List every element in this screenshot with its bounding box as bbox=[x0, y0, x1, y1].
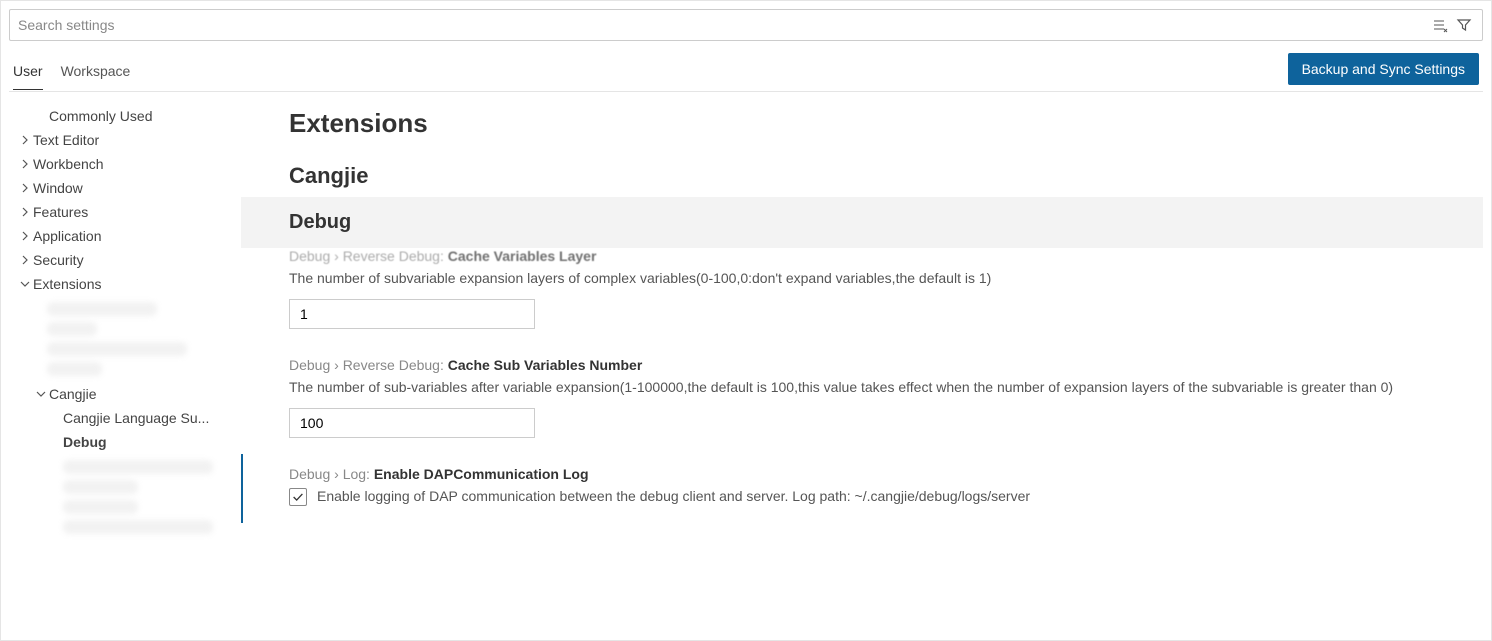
tree-label: Features bbox=[33, 204, 88, 220]
tree-features[interactable]: Features bbox=[9, 200, 241, 224]
tree-label: Commonly Used bbox=[49, 108, 152, 124]
tree-extensions[interactable]: Extensions bbox=[9, 272, 241, 296]
tree-text-editor[interactable]: Text Editor bbox=[9, 128, 241, 152]
chevron-right-icon bbox=[17, 254, 33, 266]
setting-desc: The number of sub-variables after variab… bbox=[289, 377, 1435, 398]
setting-name: Enable DAPCommunication Log bbox=[374, 466, 589, 482]
chevron-right-icon bbox=[17, 206, 33, 218]
tree-redacted-item bbox=[63, 460, 213, 474]
tree-redacted-item bbox=[47, 342, 187, 356]
enable-dap-log-checkbox[interactable] bbox=[289, 488, 307, 506]
tree-cangjie-language-support[interactable]: Cangjie Language Su... bbox=[9, 406, 241, 430]
tree-redacted-item bbox=[47, 302, 157, 316]
tree-redacted-item bbox=[63, 500, 138, 514]
search-input[interactable] bbox=[18, 17, 1430, 33]
settings-tree: Commonly Used Text Editor Workbench Wind… bbox=[9, 92, 241, 632]
tree-application[interactable]: Application bbox=[9, 224, 241, 248]
tree-redacted-item bbox=[47, 322, 97, 336]
tree-redacted-item bbox=[47, 362, 102, 376]
tree-label: Workbench bbox=[33, 156, 104, 172]
filter-icon[interactable] bbox=[1454, 15, 1474, 35]
heading-extensions: Extensions bbox=[241, 92, 1483, 149]
tree-label: Application bbox=[33, 228, 102, 244]
heading-debug: Debug bbox=[241, 197, 1483, 248]
setting-name: Cache Sub Variables Number bbox=[448, 357, 643, 373]
tab-user[interactable]: User bbox=[13, 55, 43, 90]
cache-sub-variables-input[interactable] bbox=[289, 408, 535, 438]
setting-cache-sub-variables-number: Debug › Reverse Debug: Cache Sub Variabl… bbox=[241, 345, 1483, 454]
chevron-right-icon bbox=[17, 134, 33, 146]
tree-redacted-item bbox=[63, 480, 138, 494]
tree-label: Cangjie bbox=[49, 386, 96, 402]
backup-sync-button[interactable]: Backup and Sync Settings bbox=[1288, 53, 1479, 85]
tree-cangjie[interactable]: Cangjie bbox=[9, 382, 241, 406]
tree-debug[interactable]: Debug bbox=[9, 430, 241, 454]
tree-redacted-item bbox=[63, 520, 213, 534]
setting-desc: Enable logging of DAP communication betw… bbox=[317, 486, 1030, 507]
tree-label: Extensions bbox=[33, 276, 101, 292]
tree-window[interactable]: Window bbox=[9, 176, 241, 200]
search-bar bbox=[9, 9, 1483, 41]
chevron-down-icon bbox=[17, 278, 33, 290]
chevron-right-icon bbox=[17, 158, 33, 170]
tree-label: Window bbox=[33, 180, 83, 196]
tabs-row: User Workspace Backup and Sync Settings bbox=[9, 53, 1483, 92]
chevron-right-icon bbox=[17, 230, 33, 242]
setting-crumb: Debug › Reverse Debug: bbox=[289, 357, 448, 373]
tree-label: Debug bbox=[63, 434, 107, 450]
setting-desc: The number of subvariable expansion laye… bbox=[289, 268, 1435, 289]
tree-label: Text Editor bbox=[33, 132, 99, 148]
setting-enable-dap-log: Debug › Log: Enable DAPCommunication Log… bbox=[241, 454, 1483, 523]
settings-content: Extensions Cangjie Debug Debug › Reverse… bbox=[241, 92, 1483, 632]
tree-label: Cangjie Language Su... bbox=[63, 410, 209, 426]
tree-workbench[interactable]: Workbench bbox=[9, 152, 241, 176]
tree-label: Security bbox=[33, 252, 84, 268]
chevron-right-icon bbox=[17, 182, 33, 194]
tab-workspace[interactable]: Workspace bbox=[61, 55, 131, 89]
tree-commonly-used[interactable]: Commonly Used bbox=[9, 104, 241, 128]
setting-cache-variables-layer: Debug › Reverse Debug: Cache Variables L… bbox=[241, 248, 1483, 345]
clear-filter-icon[interactable] bbox=[1430, 15, 1450, 35]
cache-variables-layer-input[interactable] bbox=[289, 299, 535, 329]
heading-cangjie: Cangjie bbox=[241, 149, 1483, 197]
tree-security[interactable]: Security bbox=[9, 248, 241, 272]
chevron-down-icon bbox=[33, 388, 49, 400]
setting-name: Cache Variables Layer bbox=[448, 248, 597, 264]
setting-crumb: Debug › Reverse Debug: bbox=[289, 248, 448, 264]
setting-crumb: Debug › Log: bbox=[289, 466, 374, 482]
